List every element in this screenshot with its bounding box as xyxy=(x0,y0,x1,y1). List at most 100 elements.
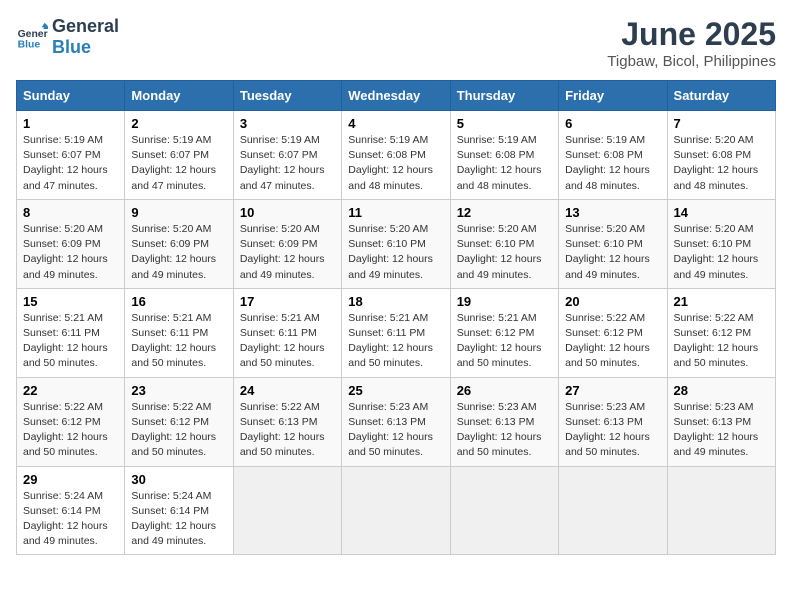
days-header-row: Sunday Monday Tuesday Wednesday Thursday… xyxy=(17,81,776,111)
day-info: Sunrise: 5:19 AMSunset: 6:07 PMDaylight:… xyxy=(240,134,325,192)
day-number: 28 xyxy=(674,383,769,398)
header-sunday: Sunday xyxy=(17,81,125,111)
calendar-cell xyxy=(450,466,558,555)
day-info: Sunrise: 5:22 AMSunset: 6:12 PMDaylight:… xyxy=(131,401,216,459)
day-info: Sunrise: 5:21 AMSunset: 6:11 PMDaylight:… xyxy=(23,312,108,370)
day-number: 14 xyxy=(674,205,769,220)
day-number: 13 xyxy=(565,205,660,220)
calendar-cell: 22 Sunrise: 5:22 AMSunset: 6:12 PMDaylig… xyxy=(17,377,125,466)
header: General Blue General Blue June 2025 Tigb… xyxy=(16,16,776,70)
calendar-cell: 19 Sunrise: 5:21 AMSunset: 6:12 PMDaylig… xyxy=(450,288,558,377)
day-number: 1 xyxy=(23,116,118,131)
calendar-title: June 2025 xyxy=(607,16,776,53)
calendar-cell: 1 Sunrise: 5:19 AMSunset: 6:07 PMDayligh… xyxy=(17,111,125,200)
svg-text:General: General xyxy=(18,29,48,40)
calendar-cell: 25 Sunrise: 5:23 AMSunset: 6:13 PMDaylig… xyxy=(342,377,450,466)
calendar-week-row: 22 Sunrise: 5:22 AMSunset: 6:12 PMDaylig… xyxy=(17,377,776,466)
day-info: Sunrise: 5:21 AMSunset: 6:11 PMDaylight:… xyxy=(348,312,433,370)
day-number: 26 xyxy=(457,383,552,398)
calendar-cell xyxy=(233,466,341,555)
day-number: 2 xyxy=(131,116,226,131)
day-info: Sunrise: 5:20 AMSunset: 6:09 PMDaylight:… xyxy=(240,223,325,281)
header-thursday: Thursday xyxy=(450,81,558,111)
calendar-cell: 20 Sunrise: 5:22 AMSunset: 6:12 PMDaylig… xyxy=(559,288,667,377)
calendar-week-row: 15 Sunrise: 5:21 AMSunset: 6:11 PMDaylig… xyxy=(17,288,776,377)
day-number: 29 xyxy=(23,472,118,487)
calendar-cell: 13 Sunrise: 5:20 AMSunset: 6:10 PMDaylig… xyxy=(559,199,667,288)
day-number: 23 xyxy=(131,383,226,398)
day-info: Sunrise: 5:22 AMSunset: 6:12 PMDaylight:… xyxy=(565,312,650,370)
day-info: Sunrise: 5:20 AMSunset: 6:10 PMDaylight:… xyxy=(674,223,759,281)
day-info: Sunrise: 5:20 AMSunset: 6:08 PMDaylight:… xyxy=(674,134,759,192)
calendar-cell xyxy=(342,466,450,555)
calendar-cell: 6 Sunrise: 5:19 AMSunset: 6:08 PMDayligh… xyxy=(559,111,667,200)
calendar-cell xyxy=(667,466,775,555)
day-number: 17 xyxy=(240,294,335,309)
calendar-cell: 10 Sunrise: 5:20 AMSunset: 6:09 PMDaylig… xyxy=(233,199,341,288)
day-info: Sunrise: 5:24 AMSunset: 6:14 PMDaylight:… xyxy=(131,490,216,548)
day-info: Sunrise: 5:19 AMSunset: 6:08 PMDaylight:… xyxy=(565,134,650,192)
svg-text:Blue: Blue xyxy=(18,39,41,50)
day-info: Sunrise: 5:20 AMSunset: 6:10 PMDaylight:… xyxy=(565,223,650,281)
day-info: Sunrise: 5:20 AMSunset: 6:09 PMDaylight:… xyxy=(23,223,108,281)
header-tuesday: Tuesday xyxy=(233,81,341,111)
calendar-week-row: 1 Sunrise: 5:19 AMSunset: 6:07 PMDayligh… xyxy=(17,111,776,200)
header-saturday: Saturday xyxy=(667,81,775,111)
logo: General Blue General Blue xyxy=(16,16,119,58)
day-number: 15 xyxy=(23,294,118,309)
calendar-cell: 16 Sunrise: 5:21 AMSunset: 6:11 PMDaylig… xyxy=(125,288,233,377)
calendar-cell: 29 Sunrise: 5:24 AMSunset: 6:14 PMDaylig… xyxy=(17,466,125,555)
day-number: 3 xyxy=(240,116,335,131)
header-monday: Monday xyxy=(125,81,233,111)
calendar-cell: 24 Sunrise: 5:22 AMSunset: 6:13 PMDaylig… xyxy=(233,377,341,466)
day-info: Sunrise: 5:20 AMSunset: 6:09 PMDaylight:… xyxy=(131,223,216,281)
day-info: Sunrise: 5:19 AMSunset: 6:07 PMDaylight:… xyxy=(131,134,216,192)
calendar-subtitle: Tigbaw, Bicol, Philippines xyxy=(607,53,776,70)
calendar-cell: 23 Sunrise: 5:22 AMSunset: 6:12 PMDaylig… xyxy=(125,377,233,466)
calendar-cell: 17 Sunrise: 5:21 AMSunset: 6:11 PMDaylig… xyxy=(233,288,341,377)
header-friday: Friday xyxy=(559,81,667,111)
day-number: 27 xyxy=(565,383,660,398)
day-info: Sunrise: 5:20 AMSunset: 6:10 PMDaylight:… xyxy=(348,223,433,281)
day-number: 10 xyxy=(240,205,335,220)
calendar-cell: 12 Sunrise: 5:20 AMSunset: 6:10 PMDaylig… xyxy=(450,199,558,288)
calendar-cell: 5 Sunrise: 5:19 AMSunset: 6:08 PMDayligh… xyxy=(450,111,558,200)
day-info: Sunrise: 5:20 AMSunset: 6:10 PMDaylight:… xyxy=(457,223,542,281)
calendar-cell: 7 Sunrise: 5:20 AMSunset: 6:08 PMDayligh… xyxy=(667,111,775,200)
day-number: 24 xyxy=(240,383,335,398)
calendar-week-row: 29 Sunrise: 5:24 AMSunset: 6:14 PMDaylig… xyxy=(17,466,776,555)
day-info: Sunrise: 5:19 AMSunset: 6:07 PMDaylight:… xyxy=(23,134,108,192)
day-number: 8 xyxy=(23,205,118,220)
title-area: June 2025 Tigbaw, Bicol, Philippines xyxy=(607,16,776,70)
day-number: 9 xyxy=(131,205,226,220)
day-number: 5 xyxy=(457,116,552,131)
day-info: Sunrise: 5:22 AMSunset: 6:13 PMDaylight:… xyxy=(240,401,325,459)
calendar-table: Sunday Monday Tuesday Wednesday Thursday… xyxy=(16,80,776,555)
day-info: Sunrise: 5:23 AMSunset: 6:13 PMDaylight:… xyxy=(348,401,433,459)
day-info: Sunrise: 5:19 AMSunset: 6:08 PMDaylight:… xyxy=(457,134,542,192)
day-info: Sunrise: 5:23 AMSunset: 6:13 PMDaylight:… xyxy=(457,401,542,459)
calendar-cell: 2 Sunrise: 5:19 AMSunset: 6:07 PMDayligh… xyxy=(125,111,233,200)
day-number: 21 xyxy=(674,294,769,309)
logo-wordmark: General Blue xyxy=(52,16,119,58)
calendar-cell: 9 Sunrise: 5:20 AMSunset: 6:09 PMDayligh… xyxy=(125,199,233,288)
day-number: 30 xyxy=(131,472,226,487)
calendar-cell: 8 Sunrise: 5:20 AMSunset: 6:09 PMDayligh… xyxy=(17,199,125,288)
calendar-cell: 30 Sunrise: 5:24 AMSunset: 6:14 PMDaylig… xyxy=(125,466,233,555)
day-number: 19 xyxy=(457,294,552,309)
calendar-cell xyxy=(559,466,667,555)
day-number: 16 xyxy=(131,294,226,309)
day-number: 6 xyxy=(565,116,660,131)
day-info: Sunrise: 5:23 AMSunset: 6:13 PMDaylight:… xyxy=(565,401,650,459)
calendar-cell: 11 Sunrise: 5:20 AMSunset: 6:10 PMDaylig… xyxy=(342,199,450,288)
calendar-week-row: 8 Sunrise: 5:20 AMSunset: 6:09 PMDayligh… xyxy=(17,199,776,288)
day-number: 11 xyxy=(348,205,443,220)
day-number: 22 xyxy=(23,383,118,398)
calendar-cell: 4 Sunrise: 5:19 AMSunset: 6:08 PMDayligh… xyxy=(342,111,450,200)
day-number: 4 xyxy=(348,116,443,131)
day-number: 7 xyxy=(674,116,769,131)
logo-icon: General Blue xyxy=(16,21,48,53)
day-info: Sunrise: 5:22 AMSunset: 6:12 PMDaylight:… xyxy=(23,401,108,459)
day-info: Sunrise: 5:24 AMSunset: 6:14 PMDaylight:… xyxy=(23,490,108,548)
calendar-cell: 3 Sunrise: 5:19 AMSunset: 6:07 PMDayligh… xyxy=(233,111,341,200)
